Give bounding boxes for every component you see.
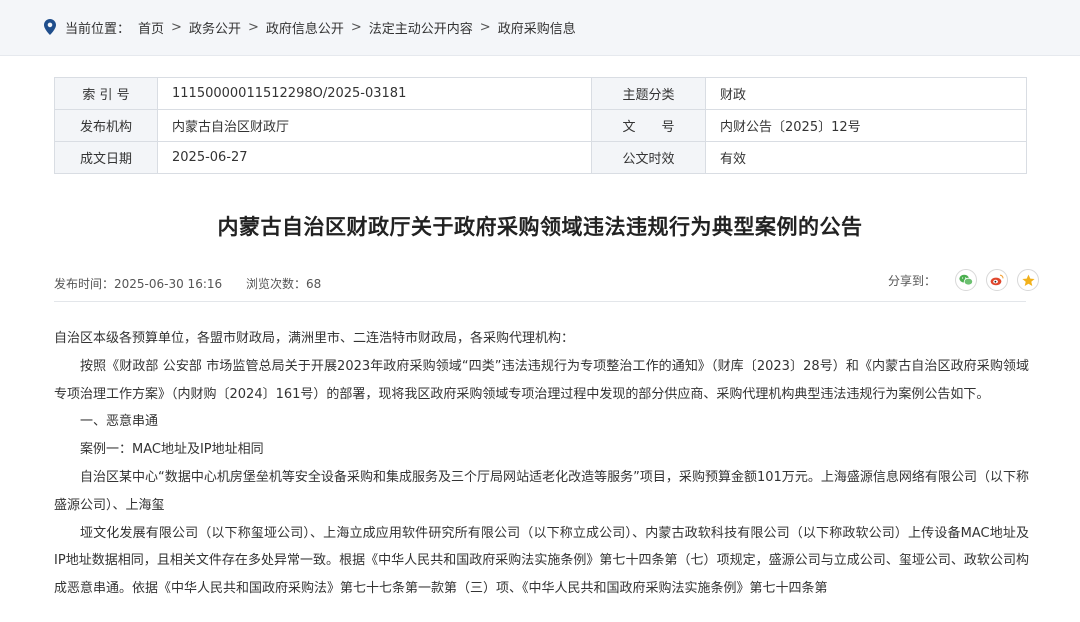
docno-value: 内财公告〔2025〕12号 bbox=[705, 109, 1027, 142]
article-container: 索 引 号 11150000011512298O/2025-03181 主题分类… bbox=[26, 57, 1054, 622]
intro-paragraph: 按照《财政部 公安部 市场监管总局关于开展2023年政府采购领域“四类”违法违规… bbox=[54, 358, 1029, 402]
breadcrumb-procurement[interactable]: 政府采购信息 bbox=[498, 18, 576, 37]
breadcrumb-statutory[interactable]: 法定主动公开内容 bbox=[369, 18, 473, 37]
subject-label: 主题分类 bbox=[591, 77, 706, 110]
subject-value: 财政 bbox=[705, 77, 1027, 110]
wechat-icon bbox=[959, 274, 974, 286]
share-qzone-button[interactable] bbox=[1017, 269, 1040, 291]
index-value: 11150000011512298O/2025-03181 bbox=[157, 77, 592, 110]
divider bbox=[54, 301, 1026, 302]
validity-label: 公文时效 bbox=[591, 141, 706, 174]
breadcrumb-bar: 当前位置： 首页 > 政务公开 > 政府信息公开 > 法定主动公开内容 > 政府… bbox=[0, 0, 1080, 56]
meta-row: 索 引 号 11150000011512298O/2025-03181 主题分类… bbox=[54, 77, 1027, 110]
document-meta-table: 索 引 号 11150000011512298O/2025-03181 主题分类… bbox=[54, 77, 1027, 174]
share-label: 分享到： bbox=[888, 273, 937, 288]
date-value: 2025-06-27 bbox=[157, 141, 592, 174]
index-label: 索 引 号 bbox=[54, 77, 158, 110]
case-heading: 案例一：MAC地址及IP地址相同 bbox=[80, 442, 264, 458]
location-pin-icon bbox=[44, 19, 56, 35]
weibo-icon bbox=[990, 274, 1004, 286]
share-wechat-button[interactable] bbox=[955, 269, 978, 291]
case-paragraph: 自治区某中心“数据中心机房堡垒机等安全设备采购和集成服务及三个厅局网站适老化改造… bbox=[54, 469, 1029, 513]
salutation: 自治区本级各预算单位，各盟市财政局，满洲里市、二连浩特市财政局，各采购代理机构： bbox=[54, 331, 575, 346]
breadcrumb-separator: > bbox=[171, 19, 182, 35]
breadcrumb-home[interactable]: 首页 bbox=[138, 18, 164, 37]
share-bar: 分享到： bbox=[888, 269, 1040, 291]
publisher-value: 内蒙古自治区财政厅 bbox=[157, 109, 592, 142]
breadcrumb-gov-affairs[interactable]: 政务公开 bbox=[189, 18, 241, 37]
case-paragraph: 垭文化发展有限公司（以下称玺垭公司）、上海立成应用软件研究所有限公司（以下称立成… bbox=[54, 525, 1029, 597]
meta-row: 发布机构 内蒙古自治区财政厅 文 号 内财公告〔2025〕12号 bbox=[54, 109, 1027, 142]
share-weibo-button[interactable] bbox=[986, 269, 1009, 291]
meta-row: 成文日期 2025-06-27 公文时效 有效 bbox=[54, 141, 1027, 174]
publisher-label: 发布机构 bbox=[54, 109, 158, 142]
breadcrumb-gov-info[interactable]: 政府信息公开 bbox=[266, 18, 344, 37]
validity-value: 有效 bbox=[705, 141, 1027, 174]
view-count: 浏览次数：68 bbox=[245, 277, 322, 291]
article-info: 发布时间：2025-06-30 16:16 浏览次数：68 bbox=[54, 275, 321, 292]
breadcrumb-separator: > bbox=[350, 19, 362, 35]
article-title: 内蒙古自治区财政厅关于政府采购领域违法违规行为典型案例的公告 bbox=[217, 215, 863, 239]
date-label: 成文日期 bbox=[54, 141, 158, 174]
breadcrumb: 当前位置： 首页 > 政务公开 > 政府信息公开 > 法定主动公开内容 > 政府… bbox=[44, 17, 576, 37]
breadcrumb-separator: > bbox=[479, 19, 491, 35]
star-icon bbox=[1021, 274, 1035, 286]
publish-time: 发布时间：2025-06-30 16:16 bbox=[54, 277, 223, 291]
docno-label: 文 号 bbox=[591, 109, 706, 142]
breadcrumb-prefix: 当前位置： bbox=[65, 21, 131, 37]
article-body: 自治区本级各预算单位，各盟市财政局，满洲里市、二连浩特市财政局，各采购代理机构：… bbox=[54, 325, 1029, 603]
section-heading: 一、恶意串通 bbox=[80, 414, 159, 430]
breadcrumb-separator: > bbox=[247, 19, 259, 35]
